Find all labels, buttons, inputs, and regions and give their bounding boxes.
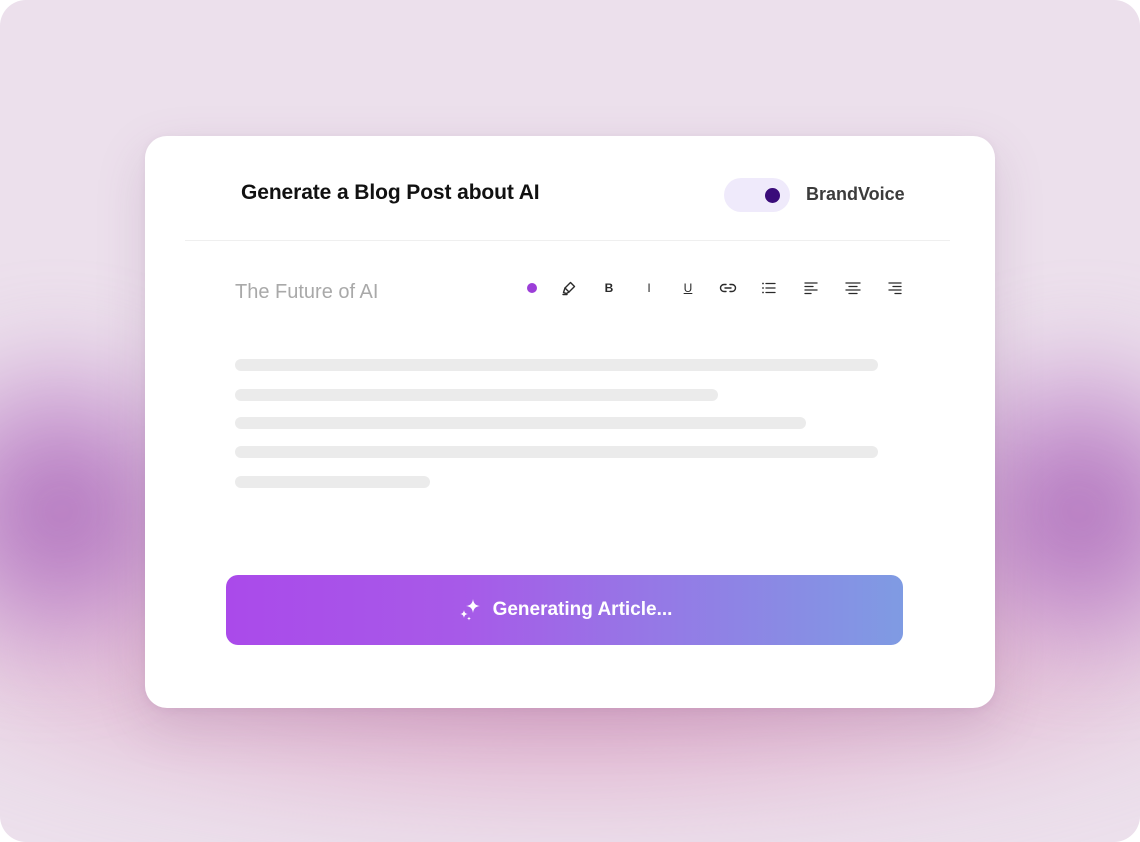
highlight-button[interactable] [556,275,582,301]
align-right-button[interactable] [882,275,908,301]
editor-card: Generate a Blog Post about AI BrandVoice… [145,136,995,708]
loading-line [235,476,430,488]
bold-button[interactable]: B [596,275,622,301]
toggle-knob [765,188,780,203]
text-color-button[interactable] [519,275,545,301]
underline-button[interactable]: U [675,275,701,301]
align-left-button[interactable] [798,275,824,301]
brandvoice-label: BrandVoice [806,184,905,204]
generate-button-label: Generating Article... [492,599,673,620]
italic-icon: I [647,281,651,295]
page-background: Generate a Blog Post about AI BrandVoice… [0,0,1140,842]
loading-line [235,359,878,371]
loading-line [235,446,878,458]
link-button[interactable] [715,275,741,301]
loading-line [235,417,806,429]
header-divider [185,240,950,241]
document-title[interactable]: The Future of AI [235,281,378,304]
brandvoice-toggle[interactable] [724,178,790,212]
align-left-icon [804,282,818,295]
bulleted-list-icon [762,282,776,294]
underline-icon: U [683,281,693,295]
align-center-button[interactable] [840,275,866,301]
page-title: Generate a Blog Post about AI [241,181,540,204]
align-center-icon [845,282,861,295]
generate-article-button[interactable]: Generating Article... [226,575,903,645]
sparkles-icon [459,599,480,621]
loading-line [235,389,718,401]
highlighter-icon [562,281,576,296]
italic-button[interactable]: I [636,275,662,301]
color-dot-icon [527,283,537,293]
bold-icon: B [604,281,614,295]
link-icon [719,283,737,293]
list-button[interactable] [756,275,782,301]
align-right-icon [888,282,902,295]
